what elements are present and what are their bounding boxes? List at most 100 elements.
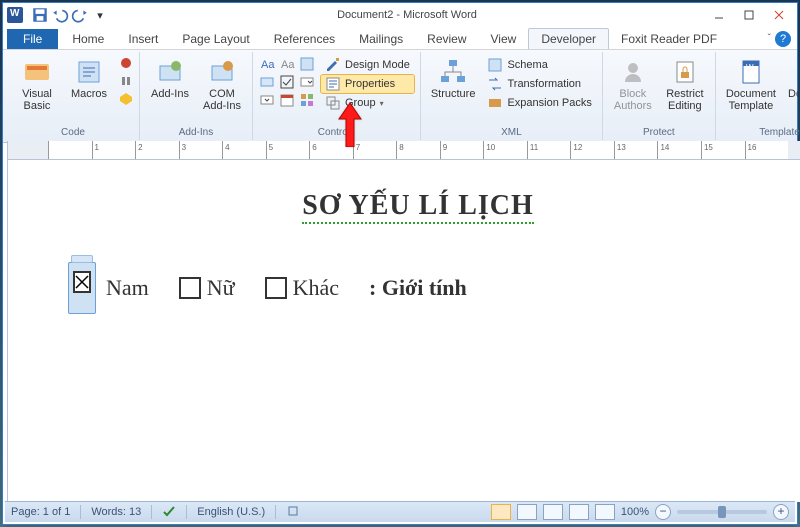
com-addins-icon — [208, 58, 236, 86]
status-page[interactable]: Page: 1 of 1 — [11, 506, 70, 518]
view-print-layout-button[interactable] — [491, 504, 511, 520]
close-button[interactable] — [765, 6, 793, 24]
window-controls — [705, 6, 793, 24]
restrict-editing-icon — [671, 58, 699, 86]
redo-icon[interactable] — [71, 6, 89, 24]
building-block-control-icon[interactable] — [259, 74, 275, 90]
picture-control-icon[interactable] — [299, 56, 315, 72]
svg-text:Aa: Aa — [281, 59, 295, 71]
help-icon[interactable]: ? — [775, 31, 791, 47]
undo-icon[interactable] — [51, 6, 69, 24]
tab-home[interactable]: Home — [60, 29, 116, 49]
date-picker-control-icon[interactable] — [279, 92, 295, 108]
tab-file[interactable]: File — [7, 29, 58, 49]
view-web-layout-button[interactable] — [543, 504, 563, 520]
tab-foxit[interactable]: Foxit Reader PDF — [609, 29, 729, 49]
app-window: ▾ Document2 - Microsoft Word File Home I… — [2, 2, 798, 525]
document-template-icon: W — [737, 58, 765, 86]
macros-label: Macros — [71, 88, 107, 100]
group-addins: Add-Ins COM Add-Ins Add-Ins — [140, 52, 253, 140]
addins-icon — [156, 58, 184, 86]
properties-button[interactable]: Properties — [321, 75, 414, 93]
addins-button[interactable]: Add-Ins — [146, 56, 194, 102]
legacy-tools-icon[interactable] — [299, 92, 315, 108]
status-proofing-icon[interactable] — [162, 504, 176, 521]
design-mode-button[interactable]: Design Mode — [321, 56, 414, 74]
restrict-editing-button[interactable]: Restrict Editing — [661, 56, 709, 114]
properties-icon — [325, 76, 341, 92]
group-templates-label: Templates — [722, 127, 800, 140]
view-draft-button[interactable] — [595, 504, 615, 520]
status-insert-mode-icon[interactable] — [286, 504, 300, 521]
design-mode-icon — [325, 57, 341, 73]
structure-button[interactable]: Structure — [427, 56, 480, 102]
com-addins-button[interactable]: COM Add-Ins — [198, 56, 246, 114]
group-code: Visual Basic Macros Code — [7, 52, 140, 140]
status-language[interactable]: English (U.S.) — [197, 506, 265, 518]
transformation-label: Transformation — [507, 78, 581, 90]
tab-view[interactable]: View — [479, 29, 529, 49]
qat-dropdown-icon[interactable]: ▾ — [91, 6, 109, 24]
record-macro-icon[interactable] — [119, 56, 133, 70]
group-protect-label: Protect — [609, 127, 709, 140]
zoom-level[interactable]: 100% — [621, 506, 649, 518]
group-icon — [325, 95, 341, 111]
checkbox-nam-selected[interactable] — [68, 262, 96, 314]
combobox-control-icon[interactable] — [299, 74, 315, 90]
schema-button[interactable]: Schema — [483, 56, 595, 74]
maximize-button[interactable] — [735, 6, 763, 24]
properties-label: Properties — [345, 78, 395, 90]
zoom-out-button[interactable]: − — [655, 504, 671, 520]
document-panel-label: Document Panel — [788, 88, 800, 112]
dropdown-control-icon[interactable] — [259, 92, 275, 108]
group-xml-label: XML — [427, 127, 596, 140]
document-panel-button[interactable]: Document Panel — [784, 56, 800, 114]
label-gender[interactable]: : Giới tính — [369, 275, 467, 301]
label-khac[interactable]: Khác — [293, 275, 339, 301]
svg-text:Aa: Aa — [261, 59, 275, 71]
restrict-editing-label: Restrict Editing — [666, 88, 703, 112]
pause-recording-icon[interactable] — [119, 74, 133, 88]
tab-page-layout[interactable]: Page Layout — [170, 29, 261, 49]
group-controls-button[interactable]: Group ▾ — [321, 94, 414, 112]
checkbox-control-icon[interactable] — [279, 74, 295, 90]
tab-mailings[interactable]: Mailings — [347, 29, 415, 49]
view-full-screen-button[interactable] — [517, 504, 537, 520]
label-nam[interactable]: Nam — [106, 275, 149, 301]
tab-insert[interactable]: Insert — [116, 29, 170, 49]
visual-basic-button[interactable]: Visual Basic — [13, 56, 61, 114]
design-mode-label: Design Mode — [345, 59, 410, 71]
group-label: Group — [345, 97, 376, 109]
expansion-packs-button[interactable]: Expansion Packs — [483, 94, 595, 112]
macros-button[interactable]: Macros — [65, 56, 113, 102]
zoom-in-button[interactable]: + — [773, 504, 789, 520]
label-nu[interactable]: Nữ — [207, 275, 235, 301]
block-authors-button[interactable]: Block Authors — [609, 56, 657, 114]
word-app-icon — [7, 7, 23, 23]
transformation-button[interactable]: Transformation — [483, 75, 595, 93]
macro-security-icon[interactable] — [119, 92, 133, 106]
tab-references[interactable]: References — [262, 29, 347, 49]
document-scroll-area[interactable]: SƠ YẾU LÍ LỊCH Nam Nữ Khác — [8, 160, 800, 502]
checkbox-khac[interactable] — [265, 277, 287, 299]
save-icon[interactable] — [31, 6, 49, 24]
document-area: 12345678910111213141516 SƠ YẾU LÍ LỊCH N… — [7, 141, 793, 502]
zoom-slider[interactable] — [677, 510, 767, 514]
minimize-ribbon-icon[interactable]: ˇ — [768, 33, 771, 44]
view-outline-button[interactable] — [569, 504, 589, 520]
schema-icon — [487, 57, 503, 73]
horizontal-ruler[interactable]: 12345678910111213141516 — [8, 141, 800, 160]
rich-text-control-icon[interactable]: Aa — [259, 56, 275, 72]
minimize-button[interactable] — [705, 6, 733, 24]
checkbox-nu[interactable] — [179, 277, 201, 299]
status-words[interactable]: Words: 13 — [91, 506, 141, 518]
schema-label: Schema — [507, 59, 547, 71]
plain-text-control-icon[interactable]: Aa — [279, 56, 295, 72]
tab-review[interactable]: Review — [415, 29, 478, 49]
page[interactable]: SƠ YẾU LÍ LỊCH Nam Nữ Khác — [8, 160, 800, 502]
document-template-button[interactable]: W Document Template — [722, 56, 780, 114]
document-heading[interactable]: SƠ YẾU LÍ LỊCH — [68, 190, 768, 222]
tab-developer[interactable]: Developer — [528, 28, 609, 49]
visual-basic-icon — [23, 58, 51, 86]
group-controls-label: Controls — [259, 127, 414, 140]
